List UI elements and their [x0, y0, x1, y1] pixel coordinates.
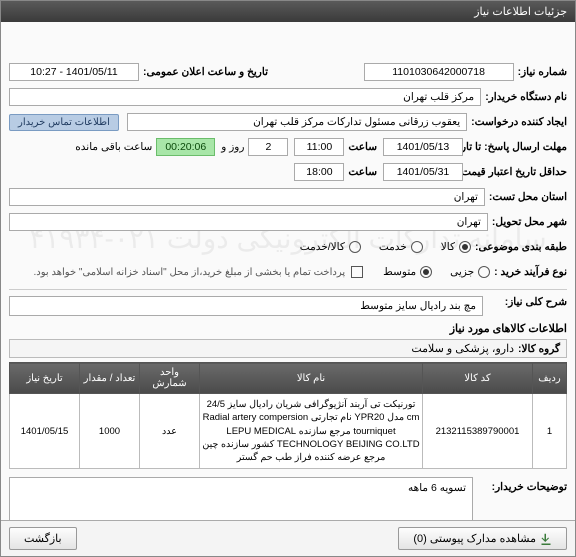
public-datetime-label: تاریخ و ساعت اعلان عمومی:: [143, 66, 268, 78]
creator-label: ایجاد کننده درخواست:: [471, 116, 567, 128]
day-label: روز و: [221, 141, 244, 153]
window-title: جزئیات اطلاعات نیاز: [474, 5, 567, 18]
th-idx: ردیف: [533, 363, 567, 394]
items-table: ردیف کد کالا نام کالا واحد شمارش تعداد /…: [9, 362, 567, 469]
window-titlebar: جزئیات اطلاعات نیاز: [1, 1, 575, 22]
validity-date-field: 1401/05/31: [383, 163, 463, 181]
attachments-button-label: مشاهده مدارک پیوستی (0): [413, 532, 536, 545]
cell-name: تورنیکت تی آربند آنژیوگرافی شریان رادیال…: [200, 394, 423, 469]
radio-goods[interactable]: [459, 241, 471, 253]
validity-hour-label: ساعت: [348, 166, 377, 178]
th-qty: تعداد / مقدار: [80, 363, 140, 394]
th-name: نام کالا: [200, 363, 423, 394]
buyer-notes-field: تسویه 6 ماهه: [9, 477, 473, 520]
cell-qty: 1000: [80, 394, 140, 469]
countdown-field: 00:20:06: [156, 138, 215, 156]
goods-group-label: گروه کالا:: [518, 343, 560, 355]
process-type-label: نوع فرآیند خرید :: [494, 266, 567, 278]
validity-label: حداقل تاریخ اعتبار قیمت: تا تاریخ:: [467, 166, 567, 178]
buyer-org-field: مرکز قلب تهران: [9, 88, 481, 106]
delivery-city-label: شهر محل تحویل:: [492, 216, 567, 228]
radio-goods-service-label: کالا/خدمت: [300, 241, 345, 253]
classification-group: کالا خدمت کالا/خدمت: [300, 241, 471, 253]
public-datetime-field: 1401/05/11 - 10:27: [9, 63, 139, 81]
reply-hour-label: ساعت: [348, 141, 377, 153]
validity-hour-field: 18:00: [294, 163, 344, 181]
radio-small-label: جزیی: [450, 266, 474, 278]
radio-small[interactable]: [478, 266, 490, 278]
download-icon: [540, 533, 552, 545]
contact-info-button[interactable]: اطلاعات تماس خریدار: [9, 114, 119, 131]
cell-idx: 1: [533, 394, 567, 469]
radio-medium[interactable]: [420, 266, 432, 278]
goods-group-field: دارو، پزشکی و سلامت: [411, 342, 514, 355]
table-row: 1 2132115389790001 تورنیکت تی آربند آنژی…: [10, 394, 567, 469]
buyer-org-label: نام دستگاه خریدار:: [485, 91, 567, 103]
cell-unit: عدد: [140, 394, 200, 469]
process-type-group: جزیی متوسط: [383, 266, 490, 278]
buyer-notes-label: توضیحات خریدار:: [477, 477, 567, 493]
cell-date: 1401/05/15: [10, 394, 80, 469]
payment-checkbox[interactable]: [351, 266, 363, 278]
radio-service[interactable]: [411, 241, 423, 253]
reply-hour-field: 11:00: [294, 138, 344, 156]
reply-days-field: 2: [248, 138, 288, 156]
radio-service-label: خدمت: [379, 241, 407, 253]
need-no-label: شماره نیاز:: [518, 66, 567, 78]
th-unit: واحد شمارش: [140, 363, 200, 394]
back-button[interactable]: بازگشت: [9, 527, 77, 550]
general-desc-label: شرح کلی نیاز:: [487, 296, 567, 308]
radio-goods-label: کالا: [441, 241, 455, 253]
delivery-city-field: تهران: [9, 213, 488, 231]
need-no-field: 1101030642000718: [364, 63, 514, 81]
back-button-label: بازگشت: [24, 532, 62, 545]
radio-goods-service[interactable]: [349, 241, 361, 253]
reply-date-field: 1401/05/13: [383, 138, 463, 156]
th-date: تاریخ نیاز: [10, 363, 80, 394]
cell-code: 2132115389790001: [423, 394, 533, 469]
test-city-field: تهران: [9, 188, 485, 206]
creator-field: یعقوب زرقانی مسئول تدارکات مرکز قلب تهرا…: [127, 113, 467, 131]
payment-note: پرداخت تمام یا بخشی از مبلغ خرید،از محل …: [34, 267, 346, 278]
items-header: اطلاعات کالاهای مورد نیاز: [9, 322, 567, 335]
general-desc-field: مچ بند رادیال سایز متوسط: [9, 296, 483, 316]
test-city-label: استان محل تست:: [489, 191, 567, 203]
content-area: سامانه تدارکات الکترونیکی دولت ۰۲۱-۴۱۹۳۴…: [1, 22, 575, 520]
window: جزئیات اطلاعات نیاز سامانه تدارکات الکتر…: [0, 0, 576, 557]
th-code: کد کالا: [423, 363, 533, 394]
remain-label: ساعت باقی مانده: [75, 141, 152, 153]
footer: مشاهده مدارک پیوستی (0) بازگشت: [1, 520, 575, 556]
classification-label: طبقه بندی موضوعی:: [475, 241, 567, 253]
reply-deadline-label: مهلت ارسال پاسخ: تا تاریخ:: [467, 141, 567, 153]
attachments-button[interactable]: مشاهده مدارک پیوستی (0): [398, 527, 567, 550]
radio-medium-label: متوسط: [383, 266, 416, 278]
